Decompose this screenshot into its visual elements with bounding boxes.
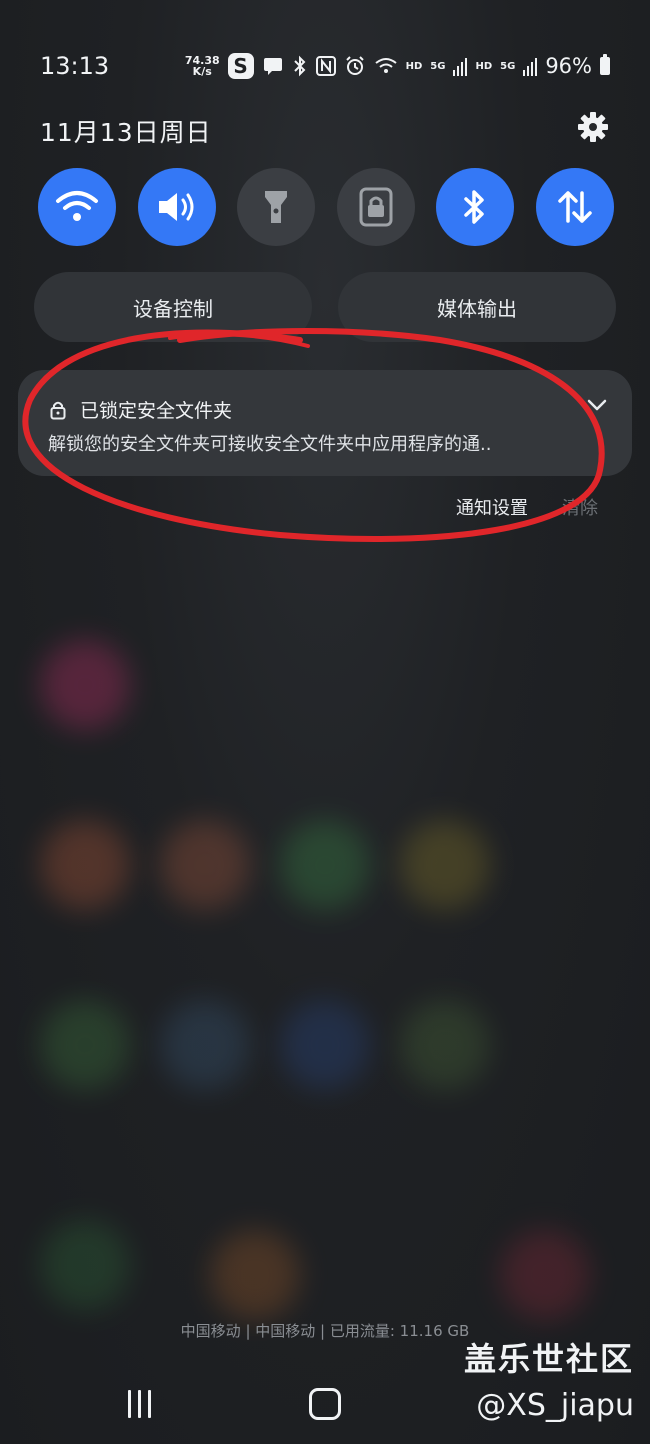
- recent-apps-icon-bar: [138, 1390, 141, 1418]
- battery-icon: [600, 54, 610, 75]
- media-output-button[interactable]: 媒体输出: [338, 272, 616, 342]
- chevron-down-icon[interactable]: [586, 396, 608, 414]
- panel-buttons: 设备控制 媒体输出: [34, 272, 616, 342]
- sim2-network-label: 5G: [500, 60, 516, 72]
- recent-apps-icon-bar: [148, 1390, 151, 1418]
- sim1-network-label: 5G: [430, 60, 446, 72]
- date-label: 11月13日周日: [40, 118, 212, 147]
- network-speed-unit: K/s: [192, 65, 212, 78]
- blurred-app-icon: [280, 1000, 370, 1090]
- blurred-app-icon: [400, 820, 490, 910]
- blurred-app-icon: [210, 1230, 300, 1320]
- s-app-icon: S: [227, 53, 254, 79]
- flashlight-toggle[interactable]: [237, 168, 316, 246]
- notification-actions: 通知设置 清除: [456, 494, 598, 520]
- signal-icon: [453, 58, 468, 76]
- quick-toggles: [38, 168, 614, 246]
- lock-icon: [359, 187, 393, 227]
- notification-settings-button[interactable]: 通知设置: [456, 494, 528, 520]
- clear-notifications-button[interactable]: 清除: [562, 494, 598, 520]
- bluetooth-icon: [464, 190, 485, 224]
- signal-icon: [523, 58, 538, 76]
- notification-title: 已锁定安全文件夹: [80, 400, 233, 422]
- recent-apps-button[interactable]: [128, 1390, 151, 1418]
- blurred-app-icon: [160, 1000, 250, 1090]
- blurred-app-icon: [400, 1000, 490, 1090]
- home-button[interactable]: [309, 1388, 341, 1420]
- padlock-icon: [50, 401, 66, 419]
- sound-toggle[interactable]: [137, 168, 216, 246]
- status-bar: 13:13 74.38 K/s S HD 5G HD 5G 96%: [40, 44, 610, 88]
- status-time: 13:13: [40, 52, 110, 80]
- status-icons: 74.38 K/s S HD 5G HD 5G 96%: [185, 50, 610, 82]
- rotation-lock-toggle[interactable]: [336, 168, 415, 246]
- navigation-bar: [0, 1384, 650, 1434]
- device-control-button[interactable]: 设备控制: [34, 272, 312, 342]
- blurred-app-icon: [500, 1230, 590, 1320]
- watermark-site: 盖乐世社区: [463, 1340, 634, 1378]
- mobile-data-toggle[interactable]: [535, 168, 614, 246]
- gear-icon[interactable]: [576, 110, 610, 144]
- notification-shade: 13:13 74.38 K/s S HD 5G HD 5G 96% 11月13日…: [0, 0, 650, 1444]
- blurred-app-icon: [40, 820, 130, 910]
- notification-header: 已锁定安全文件夹: [50, 396, 232, 423]
- wifi-icon: [56, 191, 98, 221]
- battery-percent: 96%: [545, 54, 592, 78]
- bluetooth-toggle[interactable]: [436, 168, 515, 246]
- notification-card[interactable]: 已锁定安全文件夹 解锁您的安全文件夹可接收安全文件夹中应用程序的通..: [18, 370, 632, 476]
- nfc-icon: [315, 56, 336, 76]
- data-arrows-icon: [558, 191, 592, 223]
- blurred-app-icon: [40, 1220, 130, 1310]
- sim2-hd-label: HD: [475, 60, 493, 72]
- blurred-app-icon: [280, 820, 370, 910]
- notification-body: 解锁您的安全文件夹可接收安全文件夹中应用程序的通..: [48, 434, 492, 455]
- blurred-app-icon: [40, 640, 130, 730]
- recent-apps-icon-bar: [128, 1390, 131, 1418]
- network-speed: 74.38 K/s: [185, 55, 220, 77]
- date-row: 11月13日周日: [40, 110, 610, 150]
- alarm-icon: [345, 56, 364, 75]
- speaker-icon: [158, 193, 194, 221]
- message-icon: [263, 58, 282, 75]
- blurred-app-icon: [160, 820, 250, 910]
- sim1-hd-label: HD: [405, 60, 423, 72]
- flashlight-icon: [265, 191, 288, 223]
- wifi-toggle[interactable]: [38, 168, 116, 246]
- wifi-status-icon: [375, 58, 397, 73]
- bluetooth-status-icon: [293, 55, 306, 77]
- blurred-app-icon: [40, 1000, 130, 1090]
